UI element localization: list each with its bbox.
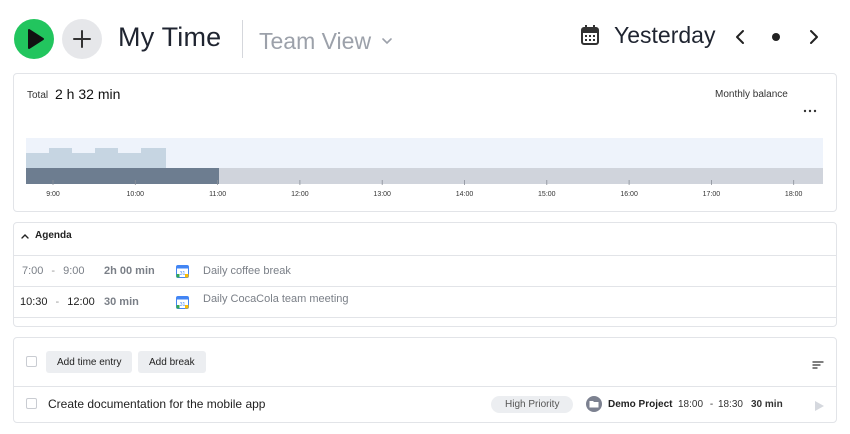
event-duration: 2h 00 min xyxy=(104,265,155,277)
event-start-time: 7:00 xyxy=(22,265,44,277)
entry-duration: 30 min xyxy=(751,399,783,410)
hour-tick-label: 14:00 xyxy=(456,191,474,198)
project-selector[interactable]: Demo Project xyxy=(586,396,672,412)
entry-end-time: 18:30 xyxy=(717,399,743,410)
sort-icon xyxy=(812,361,824,369)
page-title: My Time xyxy=(118,22,222,52)
google-calendar-icon: 31 xyxy=(176,264,189,278)
view-selector[interactable]: Team View xyxy=(259,26,393,56)
divider xyxy=(14,255,836,256)
entry-start-time: 18:00 xyxy=(678,399,704,410)
total-value: 2 h 32 min xyxy=(55,86,121,102)
agenda-toggle[interactable]: Agenda xyxy=(21,230,72,241)
event-start-time: 10:30 xyxy=(20,296,48,308)
svg-text:31: 31 xyxy=(180,271,186,277)
histogram-bar xyxy=(26,153,49,168)
folder-icon xyxy=(586,396,602,412)
add-time-entry-button[interactable]: Add time entry xyxy=(46,351,133,373)
timeline-chart[interactable]: 9:00 10:00 11:00 12:00 13:00 14:00 15:00 16:00 1… xyxy=(26,135,823,201)
event-end-time: 9:00 xyxy=(63,265,85,277)
play-icon xyxy=(815,401,824,411)
event-time-separator: - xyxy=(55,296,60,308)
plus-icon xyxy=(73,30,91,48)
next-day-button[interactable] xyxy=(802,26,824,48)
event-title: Daily CocaCola team meeting xyxy=(203,293,349,305)
event-title: Daily coffee break xyxy=(203,265,291,277)
project-name: Demo Project xyxy=(608,398,673,410)
calendar-icon xyxy=(581,25,599,45)
hour-tick-label: 9:00 xyxy=(46,191,60,198)
event-duration: 30 min xyxy=(104,296,139,308)
entry-time-range[interactable]: 18:00 - 18:30 xyxy=(678,399,743,410)
agenda-event-row[interactable]: 10:30 - 12:00 30 min 31 Daily CocaCola t… xyxy=(20,293,349,311)
google-calendar-icon: 31 xyxy=(176,295,189,309)
entry-checkbox[interactable] xyxy=(26,398,37,409)
hour-tick-label: 15:00 xyxy=(538,191,556,198)
event-end-time: 12:00 xyxy=(67,296,95,308)
resume-entry-button[interactable] xyxy=(813,399,825,417)
sort-button[interactable] xyxy=(812,357,824,375)
timeline-tracked-bar xyxy=(26,168,219,184)
play-icon xyxy=(28,29,44,49)
add-button[interactable] xyxy=(62,19,102,59)
more-options-button[interactable] xyxy=(803,101,817,113)
chevron-down-icon xyxy=(382,38,392,45)
header-divider xyxy=(242,20,243,58)
divider xyxy=(14,317,836,318)
hour-tick-label: 13:00 xyxy=(373,191,391,198)
divider xyxy=(14,386,836,387)
select-all-checkbox[interactable] xyxy=(26,356,37,367)
today-button[interactable] xyxy=(767,28,785,46)
hour-tick-label: 12:00 xyxy=(291,191,309,198)
event-time-separator: - xyxy=(51,265,56,277)
histogram-bar xyxy=(118,153,141,168)
histogram-bar xyxy=(95,148,118,168)
divider xyxy=(14,286,836,287)
date-label: Yesterday xyxy=(614,22,716,48)
chevron-left-icon xyxy=(736,30,744,44)
view-selector-label: Team View xyxy=(259,27,372,54)
agenda-event-row[interactable]: 7:00 - 9:00 2h 00 min 31 Daily coffee br… xyxy=(22,262,291,280)
hour-tick-label: 17:00 xyxy=(703,191,721,198)
hour-tick-label: 10:00 xyxy=(127,191,145,198)
previous-day-button[interactable] xyxy=(730,26,752,48)
svg-text:31: 31 xyxy=(180,302,186,308)
dot-icon xyxy=(772,33,780,41)
entry-title[interactable]: Create documentation for the mobile app xyxy=(48,397,265,411)
total-label: Total xyxy=(27,90,49,101)
agenda-title: Agenda xyxy=(35,230,72,241)
histogram-bar xyxy=(49,148,72,168)
histogram-bar xyxy=(72,153,95,168)
more-horizontal-icon xyxy=(803,109,817,113)
tag-badge[interactable]: High Priority xyxy=(491,396,574,413)
add-break-button[interactable]: Add break xyxy=(138,351,206,373)
start-timer-button[interactable] xyxy=(14,19,54,59)
chevron-up-icon xyxy=(21,233,29,239)
monthly-balance-link[interactable]: Monthly balance xyxy=(715,89,788,100)
histogram-bar xyxy=(141,148,166,168)
hour-tick-label: 18:00 xyxy=(785,191,803,198)
chevron-right-icon xyxy=(810,30,818,44)
calendar-button[interactable] xyxy=(580,24,600,51)
hour-tick-label: 16:00 xyxy=(620,191,638,198)
hour-tick-label: 11:00 xyxy=(209,191,226,198)
